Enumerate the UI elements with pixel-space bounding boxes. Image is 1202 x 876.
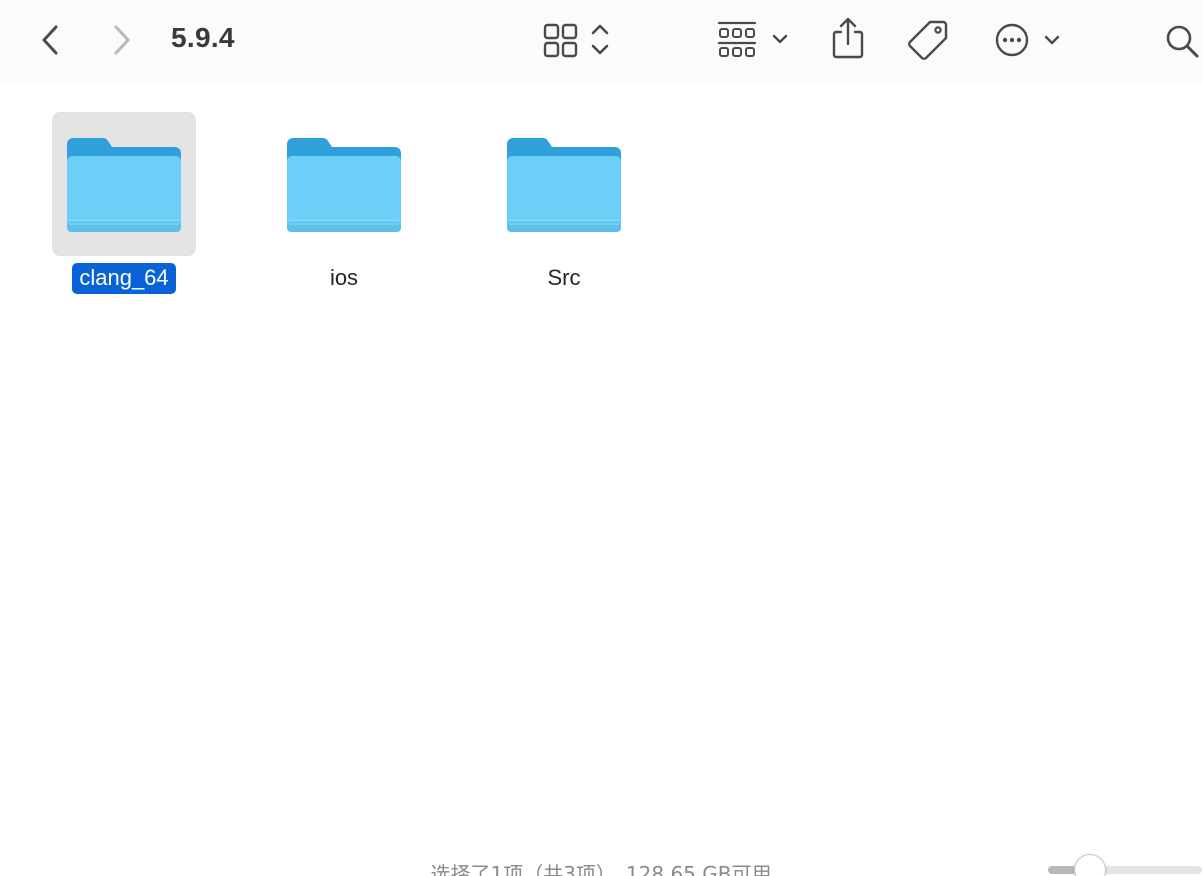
toolbar: 5.9.4 bbox=[0, 0, 1202, 84]
group-by-icon bbox=[717, 21, 788, 57]
folder-icon-wrapper[interactable] bbox=[272, 112, 416, 256]
tag-icon bbox=[908, 20, 948, 60]
folder-item-ios[interactable]: ios bbox=[272, 112, 416, 294]
view-mode-button[interactable] bbox=[540, 18, 616, 62]
search-icon bbox=[1166, 25, 1199, 58]
ellipsis-icon bbox=[995, 23, 1060, 57]
chevron-left-icon bbox=[42, 25, 58, 55]
more-actions-button[interactable] bbox=[990, 18, 1064, 62]
icon-grid-icon bbox=[543, 23, 609, 58]
icon-size-slider[interactable] bbox=[1048, 866, 1202, 874]
folder-icon bbox=[507, 138, 621, 232]
back-button[interactable] bbox=[34, 20, 66, 60]
folder-item-src[interactable]: Src bbox=[492, 112, 636, 294]
folder-icon-wrapper[interactable] bbox=[52, 112, 196, 256]
file-grid: clang_64 ios Src bbox=[0, 84, 1202, 844]
folder-icon-wrapper[interactable] bbox=[492, 112, 636, 256]
folder-icon bbox=[67, 138, 181, 232]
folder-label[interactable]: Src bbox=[541, 263, 588, 294]
folder-item-clang-64[interactable]: clang_64 bbox=[52, 112, 196, 294]
status-text: 选择了1项（共3项），128.65 GB可用 bbox=[430, 862, 772, 876]
folder-label[interactable]: ios bbox=[323, 263, 365, 294]
status-bar: 选择了1项（共3项），128.65 GB可用 bbox=[0, 844, 1202, 876]
finder-window: 5.9.4 clang_64 ios Src 选择了1项（共3项），128.65… bbox=[0, 0, 1202, 876]
share-button[interactable] bbox=[828, 16, 868, 62]
share-icon bbox=[832, 17, 864, 59]
group-by-button[interactable] bbox=[716, 18, 796, 62]
forward-button[interactable] bbox=[106, 20, 138, 60]
folder-title: 5.9.4 bbox=[171, 22, 235, 53]
chevron-right-icon bbox=[114, 25, 130, 55]
tag-button[interactable] bbox=[904, 18, 950, 62]
folder-icon bbox=[287, 138, 401, 232]
folder-label[interactable]: clang_64 bbox=[72, 263, 176, 294]
search-button[interactable] bbox=[1160, 18, 1202, 62]
